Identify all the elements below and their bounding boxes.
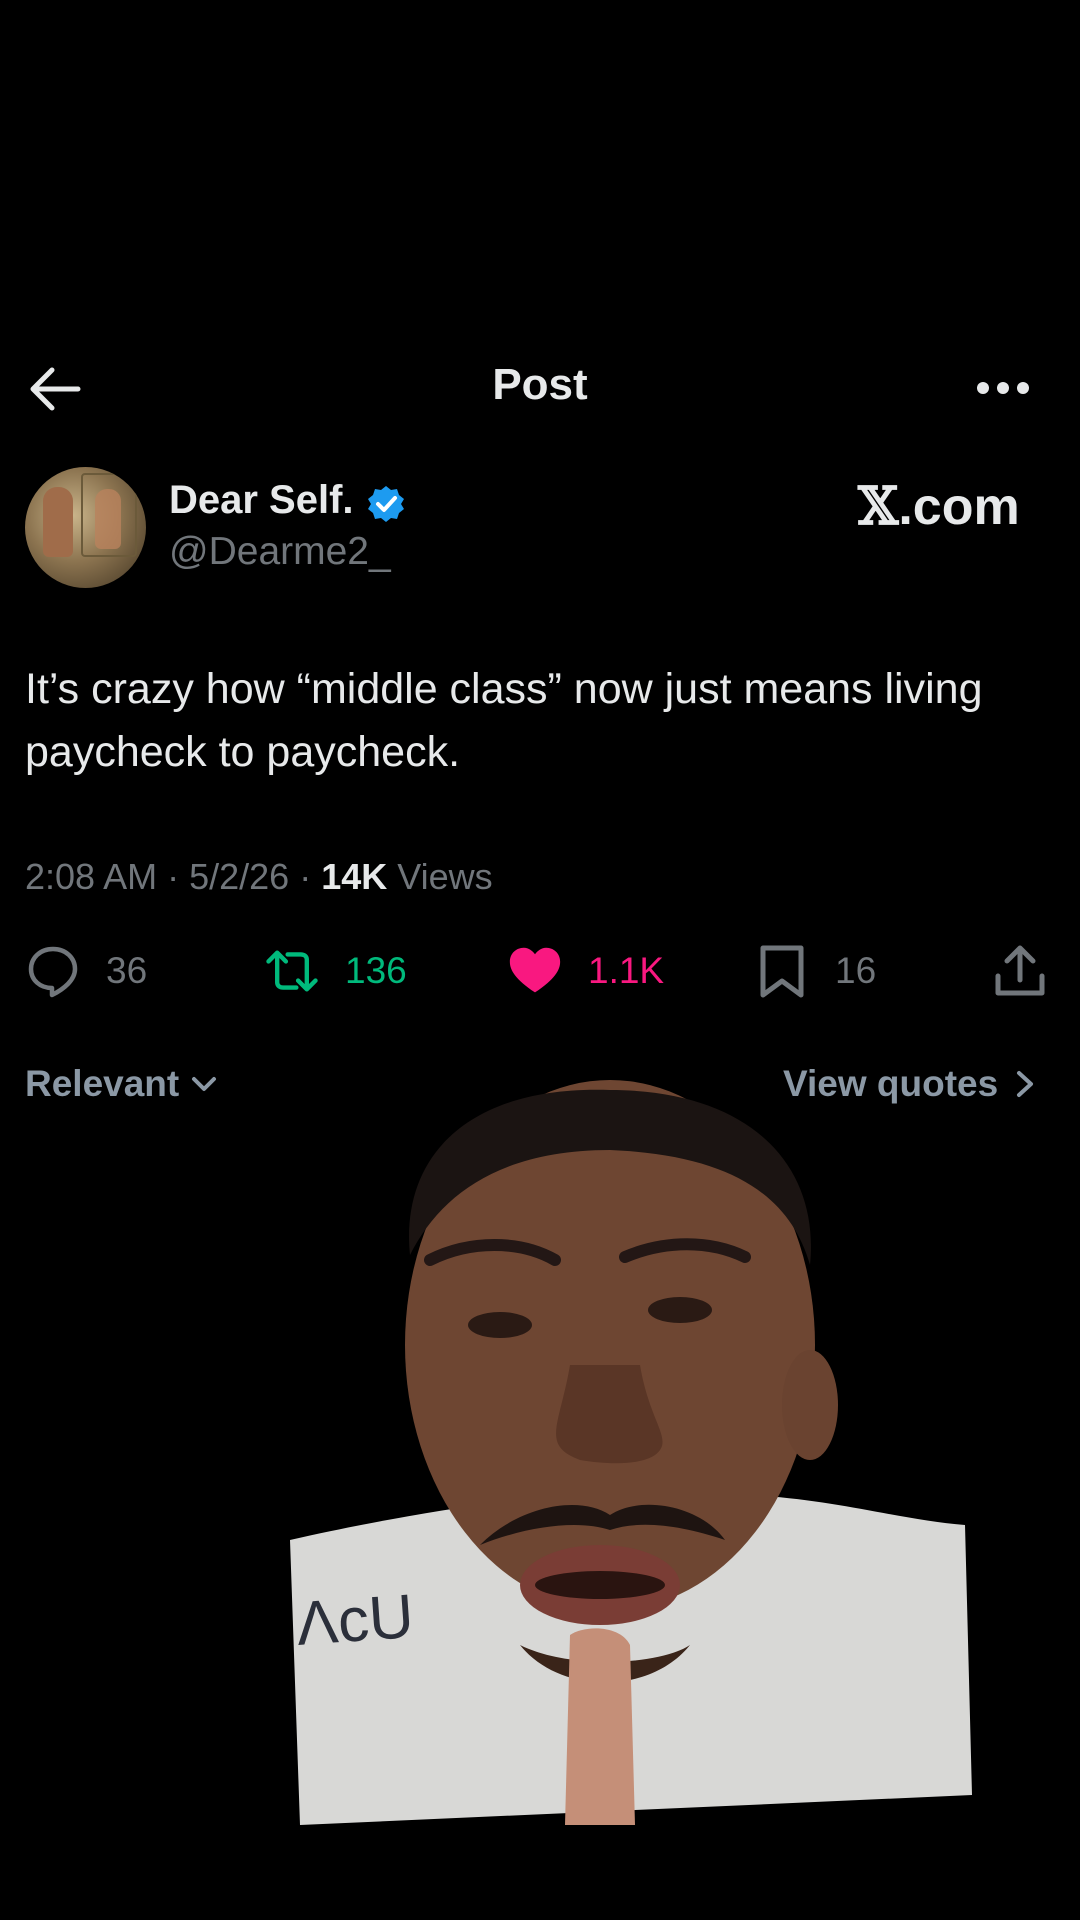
like-button[interactable]: 1.1K xyxy=(508,944,664,998)
repost-button[interactable]: 136 xyxy=(265,944,407,998)
views-label: Views xyxy=(397,856,493,897)
post-time: 2:08 AM xyxy=(25,856,158,897)
verified-badge-icon xyxy=(368,486,404,522)
chevron-down-icon xyxy=(192,1077,217,1091)
person-overlay-image: ΛcU xyxy=(290,1080,972,1825)
shirt-print: ΛcU xyxy=(294,1582,416,1659)
author-handle[interactable]: @Dearme2_ xyxy=(169,530,391,574)
views-count: 14K xyxy=(321,856,388,897)
post-text: It’s crazy how “middle class” now just m… xyxy=(25,665,983,776)
reply-button[interactable]: 36 xyxy=(26,944,147,998)
avatar[interactable] xyxy=(25,467,146,588)
reply-count: 36 xyxy=(106,950,148,991)
reply-icon xyxy=(28,946,78,998)
like-icon xyxy=(509,947,561,993)
bookmark-icon xyxy=(760,945,804,998)
page-title: Post xyxy=(492,360,588,409)
more-icon[interactable] xyxy=(975,370,1031,406)
chevron-right-icon xyxy=(1017,1071,1034,1097)
sort-dropdown[interactable]: Relevant xyxy=(25,1063,221,1105)
share-icon[interactable] xyxy=(993,944,1047,998)
like-count: 1.1K xyxy=(588,950,665,991)
sort-label: Relevant xyxy=(25,1063,180,1104)
bookmark-button[interactable]: 16 xyxy=(755,944,876,998)
post-date[interactable]: 5/2/26 xyxy=(189,856,289,897)
repost-count: 136 xyxy=(345,950,407,991)
author-name[interactable]: Dear Self. xyxy=(169,478,354,523)
bookmark-count: 16 xyxy=(835,950,877,991)
repost-icon xyxy=(266,950,318,992)
xcom-watermark: 𝕏.com xyxy=(858,476,1020,537)
post-meta: 2:08 AM · 5/2/26 · 14K Views xyxy=(25,856,493,897)
